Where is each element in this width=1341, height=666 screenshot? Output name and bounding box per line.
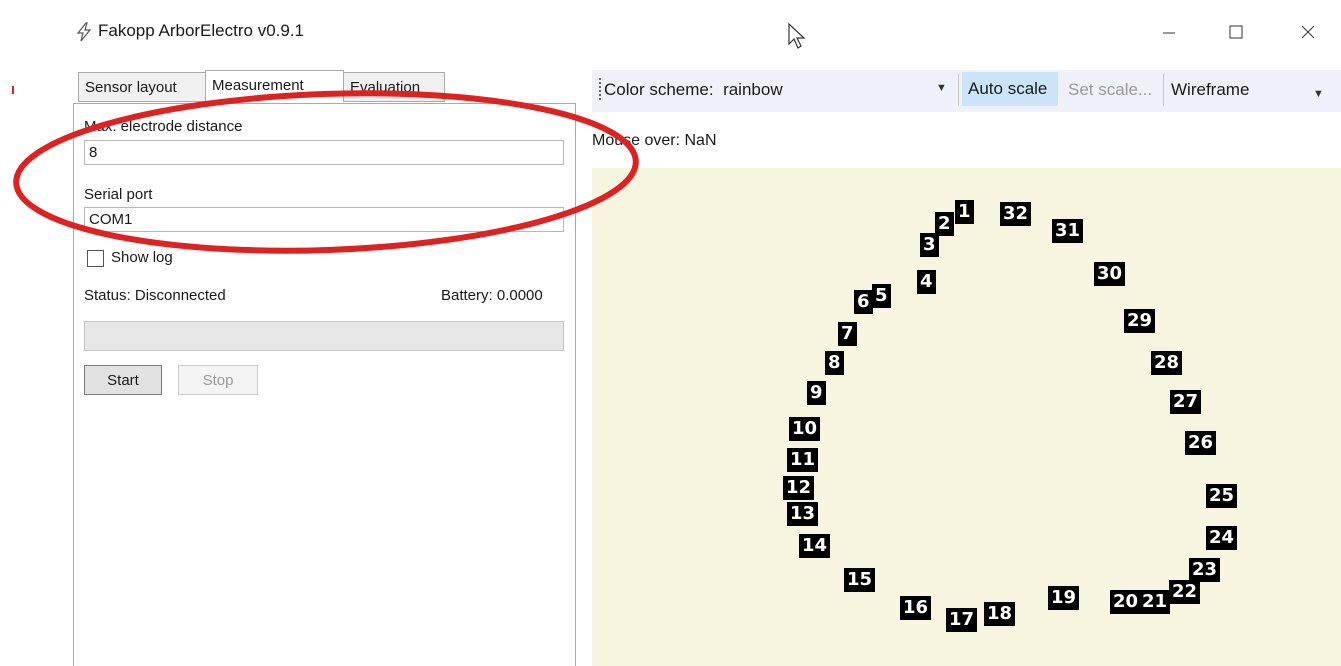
window-title: Fakopp ArborElectro v0.9.1 <box>98 21 305 40</box>
max-distance-input[interactable]: 8 <box>84 140 564 165</box>
sensor-18: 18 <box>984 602 1016 626</box>
sensor-26: 26 <box>1185 431 1217 455</box>
toolbar-separator <box>958 74 959 106</box>
max-distance-label: Max. electrode distance <box>84 118 243 135</box>
sensor-14: 14 <box>799 534 831 558</box>
serial-port-input[interactable]: COM1 <box>84 207 564 232</box>
sensor-27: 27 <box>1170 390 1202 414</box>
sensor-9: 9 <box>807 381 826 405</box>
sensor-32: 32 <box>1000 202 1032 226</box>
toolbar-separator <box>1163 74 1164 106</box>
battery-text: Battery: 0.0000 <box>441 287 543 304</box>
dropdown-arrow-icon[interactable]: ▼ <box>936 82 947 94</box>
sensor-10: 10 <box>789 417 821 441</box>
set-scale-button[interactable]: Set scale... <box>1068 80 1152 100</box>
tab-sensor-layout[interactable]: Sensor layout <box>78 72 206 102</box>
wireframe-button[interactable]: Wireframe <box>1171 80 1249 100</box>
sensor-30: 30 <box>1094 262 1126 286</box>
show-log-label: Show log <box>111 249 173 266</box>
status-text: Status: Disconnected <box>84 287 226 304</box>
mouse-over-readout: Mouse over: NaN <box>592 132 717 149</box>
sensor-11: 11 <box>787 448 819 472</box>
sensor-28: 28 <box>1151 351 1183 375</box>
sensor-19: 19 <box>1048 586 1080 610</box>
sensor-7: 7 <box>838 322 857 346</box>
sensor-1: 1 <box>955 200 974 224</box>
stop-button[interactable]: Stop <box>178 365 258 395</box>
sensor-23: 23 <box>1189 558 1221 582</box>
sensor-31: 31 <box>1052 219 1084 243</box>
close-icon[interactable] <box>1288 14 1328 50</box>
sensor-17: 17 <box>946 608 978 632</box>
auto-scale-button[interactable]: Auto scale <box>962 72 1058 106</box>
sensor-13: 13 <box>787 502 819 526</box>
sensor-22: 22 <box>1169 580 1201 604</box>
show-log-checkbox[interactable] <box>87 250 104 267</box>
serial-port-label: Serial port <box>84 186 153 203</box>
color-scheme-label: Color scheme: <box>604 80 714 99</box>
minimize-icon[interactable] <box>1149 14 1189 50</box>
sensor-5: 5 <box>872 284 891 308</box>
tomogram-plot[interactable]: 1 2 3 4 5 6 7 8 9 10 11 12 13 14 15 16 1… <box>592 168 1341 666</box>
sensor-25: 25 <box>1206 484 1238 508</box>
maximize-icon[interactable] <box>1216 14 1256 50</box>
start-button[interactable]: Start <box>84 365 162 395</box>
sensor-15: 15 <box>844 568 876 592</box>
tab-measurement[interactable]: Measurement <box>205 70 344 102</box>
sensor-16: 16 <box>900 596 932 620</box>
sensor-29: 29 <box>1124 309 1156 333</box>
annotation-tick <box>12 86 14 94</box>
sensor-21: 21 <box>1139 590 1171 614</box>
tab-evaluation[interactable]: Evaluation <box>343 72 445 102</box>
mouse-cursor-icon <box>787 22 807 55</box>
sensor-12: 12 <box>783 476 815 500</box>
progress-bar <box>84 321 564 351</box>
color-scheme-value: rainbow <box>723 80 783 99</box>
sensor-24: 24 <box>1206 526 1238 550</box>
lightning-icon <box>74 22 94 42</box>
color-scheme-selector[interactable]: Color scheme: rainbow <box>604 80 783 100</box>
sensor-8: 8 <box>825 351 844 375</box>
sensor-3: 3 <box>920 233 939 257</box>
sensor-4: 4 <box>917 270 936 294</box>
sensor-20: 20 <box>1110 590 1142 614</box>
toolbar-overflow-icon[interactable]: ▼ <box>1313 88 1324 100</box>
sensor-6: 6 <box>854 290 873 314</box>
